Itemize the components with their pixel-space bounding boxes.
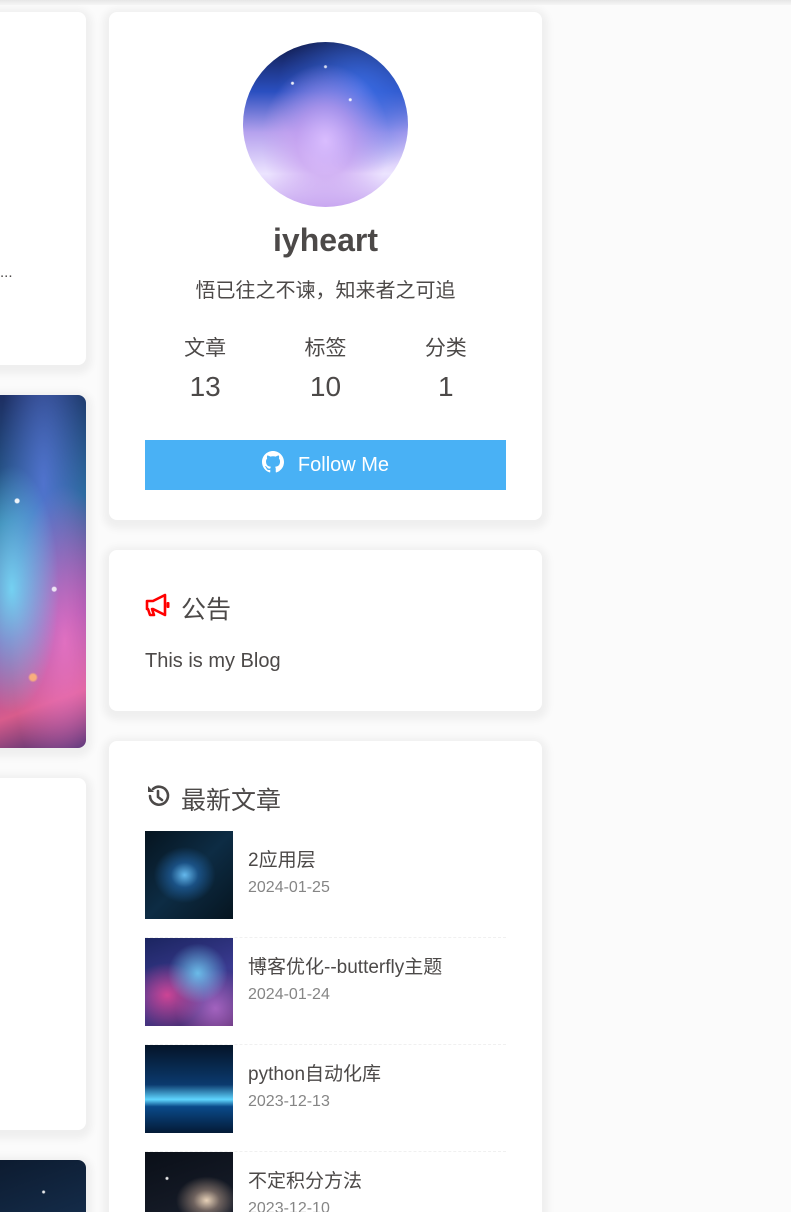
github-icon xyxy=(261,451,298,479)
announcement-text: This is my Blog xyxy=(145,650,281,672)
post-cover-image[interactable] xyxy=(0,395,86,748)
post-date: 2024-01-25 xyxy=(248,879,330,896)
author-name: iyheart xyxy=(273,222,378,258)
announcement-header: 公告 xyxy=(145,590,231,626)
recent-post-item[interactable]: 博客优化--butterfly主题 2024-01-24 xyxy=(145,938,506,1045)
post-card[interactable]: ... xyxy=(0,12,86,365)
site-stats: 文章 13 标签 10 分类 1 xyxy=(145,336,506,404)
post-title[interactable]: python自动化库 xyxy=(248,1059,381,1086)
post-thumbnail[interactable] xyxy=(145,1152,233,1212)
stat-value: 10 xyxy=(309,371,342,402)
post-title[interactable]: 博客优化--butterfly主题 xyxy=(248,952,442,979)
post-thumbnail[interactable] xyxy=(145,938,233,1026)
bullhorn-icon xyxy=(145,593,181,624)
author-card: iyheart 悟已往之不谏，知来者之可追 文章 13 标签 10 分类 1 F… xyxy=(109,12,542,520)
post-excerpt-ellipsis: ... xyxy=(0,264,13,281)
stat-categories[interactable]: 分类 1 xyxy=(386,336,506,404)
recent-post-item[interactable]: python自动化库 2023-12-13 xyxy=(145,1045,506,1152)
follow-me-button[interactable]: Follow Me xyxy=(145,440,506,490)
stat-tags[interactable]: 标签 10 xyxy=(265,336,385,404)
post-thumbnail[interactable] xyxy=(145,1045,233,1133)
post-title[interactable]: 不定积分方法 xyxy=(248,1166,362,1193)
recent-post-item[interactable]: 2应用层 2024-01-25 xyxy=(145,831,506,938)
stat-value: 1 xyxy=(438,371,454,402)
recent-post-item[interactable]: 不定积分方法 2023-12-10 xyxy=(145,1152,506,1212)
post-card[interactable] xyxy=(0,778,86,1130)
recent-posts-title: 最新文章 xyxy=(181,787,282,815)
recent-posts-card: 最新文章 2应用层 2024-01-25 博客优化--butterfly主题 2… xyxy=(109,741,542,1212)
follow-me-label: Follow Me xyxy=(297,453,390,476)
avatar[interactable] xyxy=(243,42,408,207)
post-date: 2023-12-13 xyxy=(248,1093,330,1110)
recent-posts-header: 最新文章 xyxy=(145,781,281,817)
post-thumbnail[interactable] xyxy=(145,831,233,919)
stat-label: 分类 xyxy=(424,337,467,360)
stat-label: 文章 xyxy=(184,337,227,360)
top-divider xyxy=(0,0,791,5)
stat-value: 13 xyxy=(189,371,221,402)
author-motto: 悟已往之不谏，知来者之可追 xyxy=(195,280,456,302)
announcement-title: 公告 xyxy=(181,596,232,624)
announcement-card: 公告 This is my Blog xyxy=(109,550,542,711)
post-cover-image[interactable] xyxy=(0,1160,86,1212)
stat-articles[interactable]: 文章 13 xyxy=(145,336,265,404)
stat-label: 标签 xyxy=(304,337,347,360)
post-date: 2023-12-10 xyxy=(248,1200,330,1212)
recent-posts-list: 2应用层 2024-01-25 博客优化--butterfly主题 2024-0… xyxy=(145,831,506,1212)
post-date: 2024-01-24 xyxy=(248,986,330,1003)
post-title[interactable]: 2应用层 xyxy=(248,845,316,872)
history-icon xyxy=(145,783,181,816)
